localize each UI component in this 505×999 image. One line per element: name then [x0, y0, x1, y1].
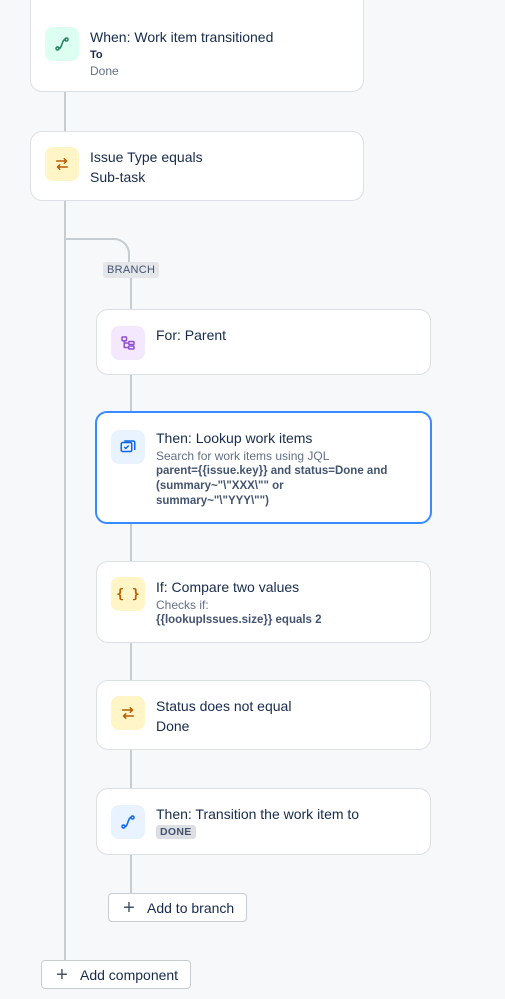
status-condition-title: Status does not equal	[156, 698, 292, 714]
swap-icon	[45, 147, 79, 181]
condition-title: Issue Type equals	[90, 149, 203, 165]
transition-icon	[111, 805, 145, 839]
status-lozenge: DONE	[156, 825, 196, 839]
trigger-card[interactable]: When: Work item transitioned To Done	[30, 0, 364, 92]
add-component-button[interactable]: + Add component	[41, 960, 191, 989]
compare-title: If: Compare two values	[156, 579, 300, 595]
transition-icon	[45, 27, 79, 61]
swap-icon	[111, 696, 145, 730]
issue-type-condition-card[interactable]: Issue Type equals Sub-task	[30, 131, 364, 201]
condition-value: Sub-task	[90, 169, 146, 185]
compare-subtitle: Checks if:	[156, 598, 209, 612]
lookup-jql-line: parent={{issue.key}} and status=Done and	[156, 465, 388, 477]
status-condition-value: Done	[156, 718, 190, 734]
trigger-value: Done	[90, 64, 119, 78]
lookup-title: Then: Lookup work items	[156, 430, 313, 446]
main-connector-line	[64, 92, 66, 132]
lookup-jql-line: summary~"\"YYY\"")	[156, 495, 269, 507]
transition-title: Then: Transition the work item to	[156, 806, 360, 822]
braces-icon: { }	[111, 577, 145, 611]
lookup-subtitle: Search for work items using JQL	[156, 449, 330, 463]
add-to-branch-button[interactable]: + Add to branch	[108, 893, 247, 922]
compare-values-card[interactable]: { } If: Compare two values Checks if: {{…	[96, 561, 431, 643]
lookup-work-items-card[interactable]: Then: Lookup work items Search for work …	[95, 411, 432, 524]
trigger-label: To	[90, 49, 103, 61]
branch-badge: BRANCH	[103, 262, 160, 278]
status-condition-card[interactable]: Status does not equal Done	[96, 680, 431, 750]
for-title: For: Parent	[156, 327, 227, 343]
for-parent-card[interactable]: For: Parent	[96, 309, 431, 375]
plus-icon: +	[56, 963, 68, 986]
lookup-icon	[111, 430, 145, 464]
add-component-label: Add component	[80, 966, 179, 983]
hierarchy-icon	[111, 326, 145, 360]
add-to-branch-label: Add to branch	[147, 899, 235, 916]
lookup-jql-line: (summary~"\"XXX\"" or	[156, 480, 284, 492]
transition-action-card[interactable]: Then: Transition the work item to DONE	[96, 788, 431, 855]
compare-expression: {{lookupIssues.size}} equals 2	[156, 614, 322, 626]
main-connector-line	[64, 200, 66, 962]
plus-icon: +	[123, 896, 135, 919]
trigger-title: When: Work item transitioned	[90, 29, 274, 45]
